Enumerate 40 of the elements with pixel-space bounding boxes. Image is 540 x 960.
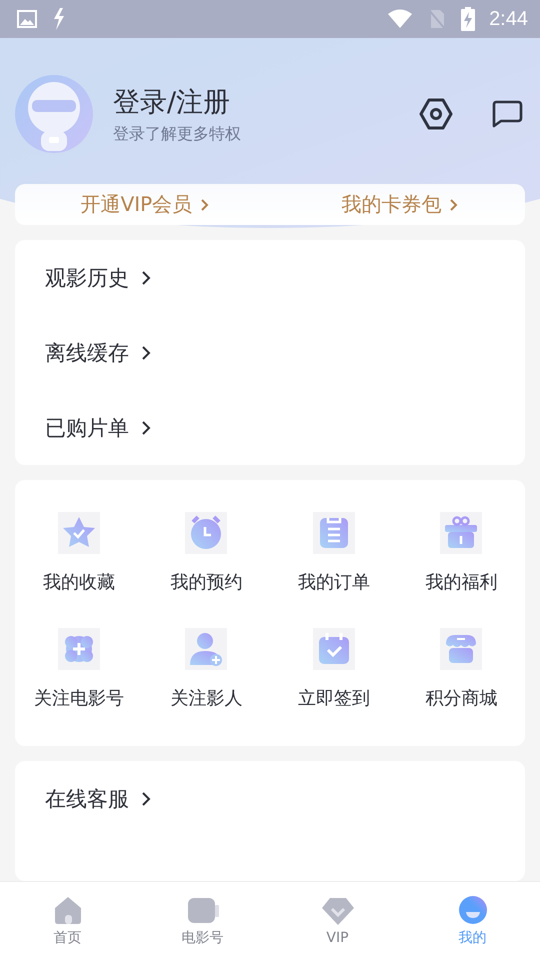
login-subtitle: 登录了解更多特权 (113, 124, 242, 144)
face-icon (456, 895, 488, 925)
shortcut-item[interactable]: 立即签到 (270, 628, 398, 710)
shortcut-item[interactable]: 我的福利 (398, 512, 525, 594)
video-icon (186, 895, 218, 925)
message-icon[interactable] (491, 100, 523, 128)
shortcut-item[interactable]: 积分商城 (398, 628, 525, 710)
shortcut-item[interactable]: 关注影人 (142, 628, 270, 710)
clock-icon (185, 512, 228, 554)
settings-icon[interactable] (419, 98, 453, 130)
clock-time: 2:44 (489, 8, 528, 30)
tab-item[interactable]: VIP (278, 882, 398, 960)
login-title[interactable]: 登录/注册 (113, 84, 399, 120)
chevron-right-icon (141, 270, 151, 286)
person-icon (185, 628, 228, 670)
menu-item[interactable]: 已购片单 (45, 390, 151, 465)
tab-item[interactable]: 首页 (8, 882, 128, 960)
chevron-right-icon (141, 790, 151, 806)
lightning-icon (51, 7, 67, 31)
wifi-icon (387, 9, 414, 29)
shortcut-item[interactable]: 关注电影号 (15, 628, 142, 710)
chevron-right-icon (449, 198, 460, 212)
battery-charging-icon (461, 7, 476, 31)
menu-item[interactable]: 离线缓存 (45, 315, 151, 390)
badge-icon (58, 628, 100, 670)
menu-item[interactable]: 观影历史 (45, 240, 151, 315)
chevron-right-icon (200, 198, 210, 212)
chevron-right-icon (141, 420, 151, 436)
diamond-icon (322, 896, 354, 926)
tab-item[interactable]: 电影号 (142, 882, 262, 960)
chevron-right-icon (141, 344, 151, 360)
shortcut-item[interactable]: 我的收藏 (15, 512, 142, 594)
gift-icon (440, 512, 482, 554)
clipboard-icon (312, 512, 355, 554)
shortcut-item[interactable]: 我的预约 (142, 512, 270, 594)
calendar-icon (312, 628, 355, 670)
shortcut-item[interactable]: 我的订单 (270, 512, 398, 594)
store-icon (440, 628, 482, 670)
menu-item[interactable]: 在线客服 (45, 761, 151, 836)
image-icon (17, 10, 37, 28)
